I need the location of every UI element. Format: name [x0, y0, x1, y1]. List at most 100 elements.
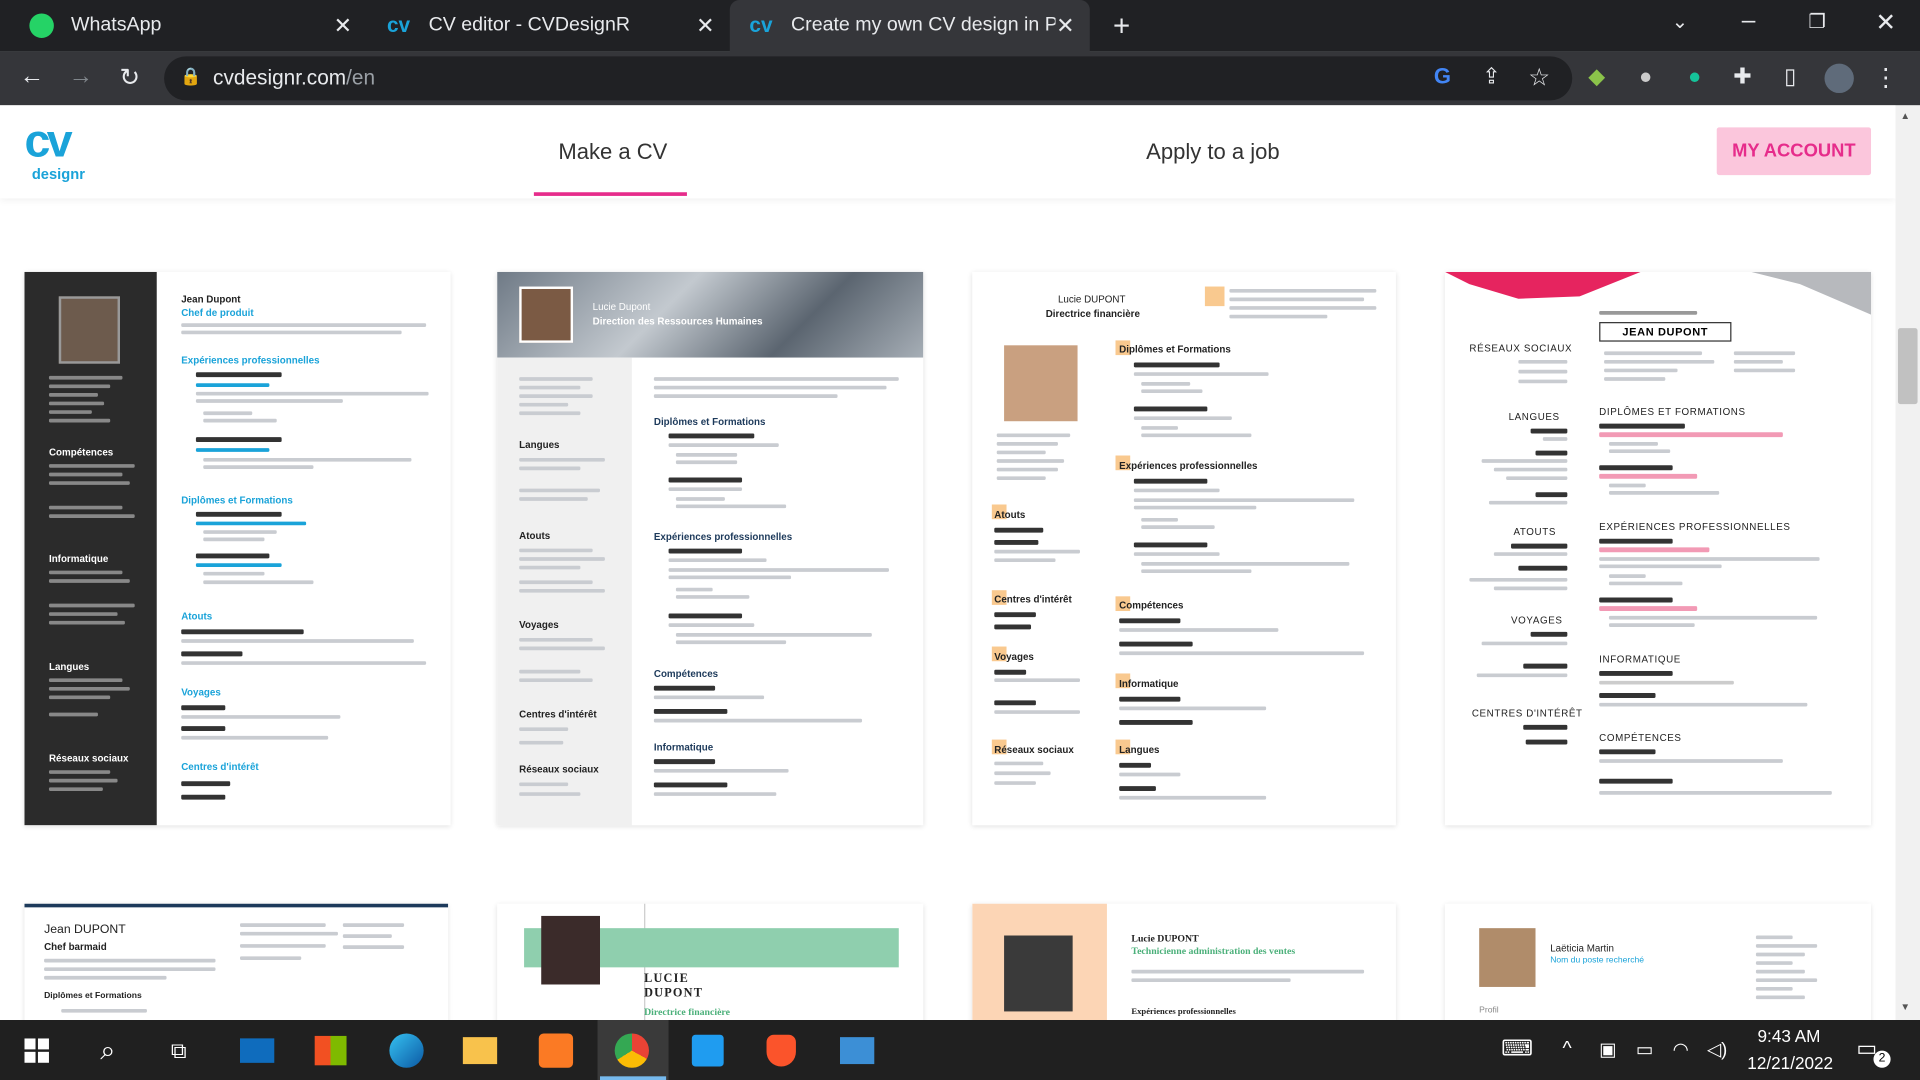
placeholder-text-line [342, 923, 405, 927]
cv-template-card-8[interactable]: Laëticia Martin Nom du poste recherché P… [1444, 903, 1872, 1020]
forward-icon[interactable]: → [66, 62, 95, 90]
placeholder-text-line [1755, 952, 1805, 957]
placeholder-text-line [1608, 483, 1646, 488]
nav-apply-job[interactable]: Apply to a job [1146, 140, 1280, 166]
scrollbar-thumb[interactable] [1897, 328, 1918, 405]
whatsapp-icon [29, 13, 54, 38]
cv-template-card-6[interactable]: LUCIE DUPONT Directrice financière [497, 903, 924, 1020]
clock-date[interactable]: 12/21/2022 [1741, 1053, 1839, 1073]
placeholder-text-line [653, 385, 887, 390]
template-heading: Réseaux sociaux [994, 744, 1074, 756]
cv-template-card-1[interactable]: Compétences Informatique Langues Réseaux… [24, 271, 451, 826]
placeholder-text-line [1141, 426, 1178, 430]
brave-icon[interactable] [757, 1026, 806, 1075]
placeholder-text-line [1119, 772, 1181, 777]
close-tab-icon[interactable]: ✕ [1056, 13, 1076, 39]
placeholder-text-line [1506, 476, 1568, 480]
placeholder-text-line [181, 651, 243, 657]
cv-template-card-3[interactable]: Lucie DUPONT Directrice financière Atout… [972, 271, 1396, 826]
tray-chevron-icon[interactable]: ^ [1562, 1038, 1571, 1060]
scroll-down-icon[interactable]: ▼ [1900, 1002, 1910, 1013]
store-icon[interactable] [306, 1026, 355, 1075]
close-window-icon[interactable]: ✕ [1871, 7, 1900, 38]
address-bar[interactable] [164, 56, 1573, 101]
browser-menu-icon[interactable]: ⋮ [1871, 62, 1900, 93]
url-text[interactable]: cvdesignr.com/en [213, 66, 375, 90]
extension-color-icon[interactable]: ◆ [1582, 64, 1611, 90]
template-job: Technicienne administration des ventes [1131, 945, 1296, 957]
vscode-icon[interactable] [683, 1026, 732, 1075]
placeholder-text-line [994, 761, 1044, 766]
lock-icon[interactable]: 🔒 [176, 66, 205, 87]
cv-template-card-4[interactable]: JEAN DUPONT RÉSEAUX SOCIAUX LANGUES ATOU… [1444, 271, 1872, 826]
cv-template-card-2[interactable]: Lucie Dupont Direction des Ressources Hu… [497, 271, 924, 826]
placeholder-text-line [668, 477, 743, 483]
tab-whatsapp[interactable]: WhatsApp ✕ [0, 0, 367, 51]
xampp-icon[interactable] [531, 1026, 580, 1075]
template-heading: CENTRES D'INTÉRÊT [1471, 707, 1583, 719]
placeholder-text-line [1535, 492, 1568, 498]
cv-template-card-7[interactable]: Lucie DUPONT Technicienne administration… [972, 903, 1396, 1020]
template-name: JEAN DUPONT [1599, 322, 1732, 342]
task-view-icon[interactable]: ⧉ [154, 1026, 203, 1075]
my-account-button[interactable]: MY ACCOUNT [1716, 127, 1872, 176]
page-scrollbar[interactable]: ▲ ▼ [1895, 105, 1920, 1020]
placeholder-text-line [1133, 498, 1355, 503]
placeholder-text-line [996, 450, 1046, 455]
cvdesignr-logo[interactable]: cv designr [24, 119, 97, 188]
placeholder-text-line [48, 686, 130, 691]
wifi-icon[interactable]: ◠ [1673, 1038, 1689, 1061]
google-icon[interactable]: G [1428, 64, 1457, 90]
scroll-up-icon[interactable]: ▲ [1900, 110, 1910, 121]
placeholder-text-line [1599, 680, 1734, 685]
keyboard-icon[interactable]: ⌨ [1501, 1036, 1533, 1062]
extension-grey-icon[interactable]: ● [1631, 64, 1660, 90]
placeholder-text-line [996, 467, 1058, 472]
placeholder-text-line [1733, 368, 1796, 373]
template-heading: Informatique [1119, 678, 1179, 690]
share-icon[interactable]: ⇪ [1477, 64, 1506, 90]
edge-icon[interactable] [382, 1026, 431, 1075]
clock-time[interactable]: 9:43 AM [1751, 1026, 1827, 1046]
volume-icon[interactable]: ◁) [1707, 1038, 1727, 1061]
device-icon[interactable]: ▣ [1599, 1038, 1616, 1061]
placeholder-text-line [181, 323, 427, 327]
placeholder-text-line [1488, 500, 1568, 505]
start-icon[interactable] [12, 1026, 61, 1075]
placeholder-text-line [61, 1008, 147, 1013]
placeholder-text-line [1733, 360, 1783, 364]
side-panel-icon[interactable]: ▯ [1776, 64, 1805, 90]
tab-create-cv[interactable]: cv Create my own CV design in PDF ✕ [729, 0, 1090, 52]
minimize-icon[interactable]: – [1734, 7, 1763, 35]
close-tab-icon[interactable]: ✕ [333, 13, 353, 39]
notification-count: 2 [1873, 1050, 1891, 1068]
restore-icon[interactable]: ❐ [1802, 10, 1831, 34]
tab-cv-editor[interactable]: cv CV editor - CVDesignR ✕ [367, 0, 729, 51]
grammarly-icon[interactable]: ● [1680, 64, 1709, 90]
placeholder-text-line [48, 472, 123, 477]
reload-icon[interactable]: ↻ [115, 62, 144, 93]
battery-icon[interactable]: ▭ [1636, 1038, 1653, 1061]
back-icon[interactable]: ← [17, 62, 46, 90]
profile-avatar[interactable] [1824, 63, 1854, 94]
bookmark-star-icon[interactable]: ☆ [1524, 62, 1553, 93]
template-heading: Atouts [181, 611, 213, 623]
file-explorer-icon[interactable] [456, 1026, 505, 1075]
placeholder-text-line [1608, 615, 1818, 620]
nav-make-cv[interactable]: Make a CV [558, 140, 667, 166]
new-tab-icon[interactable]: + [1107, 10, 1136, 44]
cv-template-card-5[interactable]: Jean DUPONT Chef barmaid Diplômes et For… [24, 903, 449, 1020]
placeholder-text-line [1599, 671, 1673, 676]
placeholder-text-line [1608, 623, 1695, 627]
template-heading: Diplômes et Formations [653, 416, 766, 428]
placeholder-text-line [675, 504, 787, 509]
tab-search-icon[interactable]: ⌄ [1665, 10, 1694, 34]
mail-icon[interactable] [233, 1026, 282, 1075]
search-icon[interactable]: ⌕ [83, 1026, 132, 1075]
close-tab-icon[interactable]: ✕ [696, 13, 716, 39]
placeholder-text-line [203, 457, 412, 462]
chrome-icon[interactable] [607, 1026, 656, 1075]
extensions-icon[interactable]: ✚ [1728, 64, 1757, 90]
placeholder-text-line [1133, 406, 1208, 412]
control-panel-icon[interactable] [833, 1026, 882, 1075]
